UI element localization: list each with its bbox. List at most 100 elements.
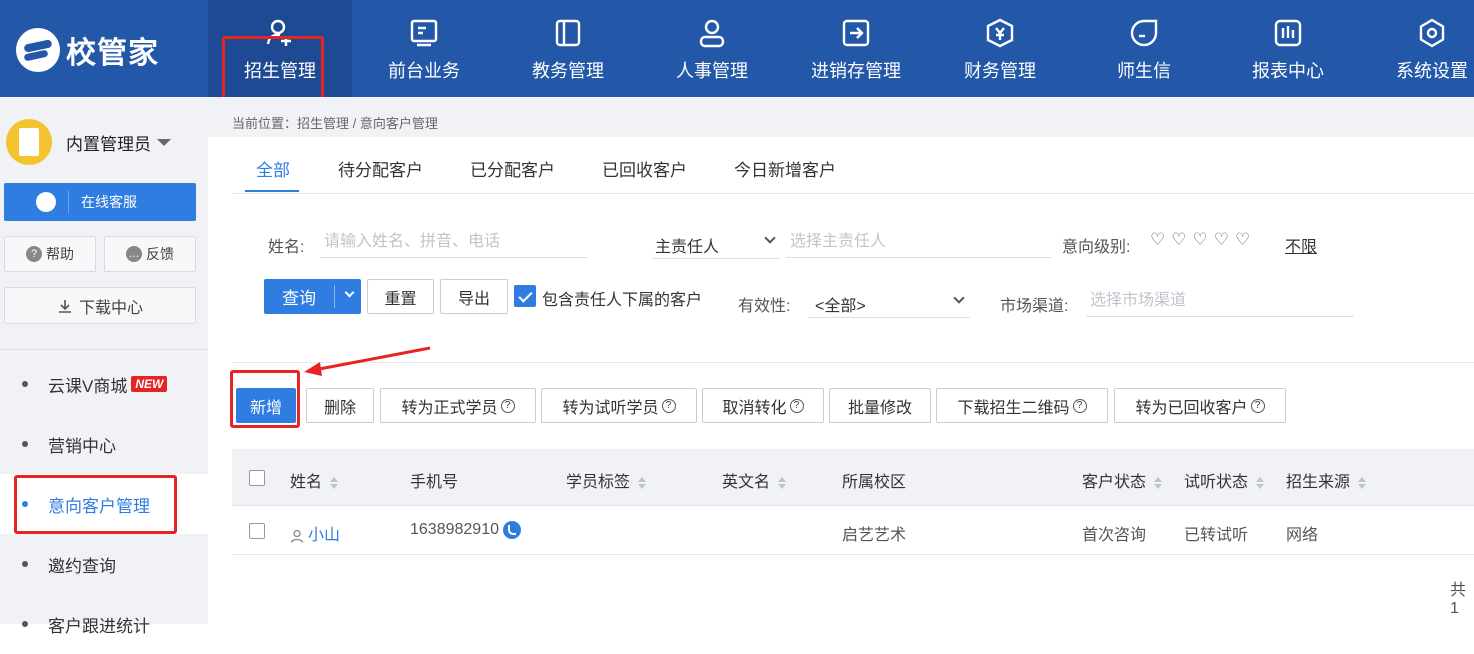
column-label: 学员标签 bbox=[566, 474, 631, 491]
sort-icon[interactable] bbox=[330, 476, 339, 489]
include-subordinates-label: 包含责任人下属的客户 bbox=[542, 292, 703, 309]
divider bbox=[0, 349, 208, 350]
download-qr-label: 下载招生二维码 bbox=[957, 399, 1070, 417]
column-english-name[interactable]: 英文名 bbox=[722, 468, 787, 492]
batch-edit-button[interactable]: 批量修改 bbox=[829, 388, 931, 423]
help-icon: ? bbox=[661, 398, 676, 413]
report-icon bbox=[1274, 19, 1302, 47]
chevron-down-icon bbox=[764, 232, 776, 244]
pagination-total: 共1 bbox=[1450, 582, 1467, 617]
sidebar-item-invitations[interactable]: 邀约查询 bbox=[0, 534, 208, 594]
download-center-label: 下载中心 bbox=[78, 299, 143, 317]
select-all-checkbox[interactable] bbox=[249, 470, 265, 486]
to-trial-student-button[interactable]: 转为试听学员? bbox=[541, 388, 697, 423]
level-unlimited-link[interactable]: 不限 bbox=[1285, 233, 1317, 257]
level-hearts-rating[interactable]: ♡♡♡♡♡ bbox=[1150, 230, 1256, 250]
nav-label: 师生信 bbox=[1117, 61, 1171, 81]
divider bbox=[652, 258, 780, 259]
phone-icon[interactable] bbox=[502, 521, 521, 539]
campus-cell: 启艺艺术 bbox=[842, 527, 907, 544]
nav-item-finance[interactable]: 财务管理 bbox=[928, 0, 1072, 97]
validity-label: 有效性: bbox=[738, 298, 791, 315]
to-recycled-label: 转为已回收客户 bbox=[1135, 399, 1248, 417]
nav-label: 前台业务 bbox=[388, 61, 460, 81]
download-icon bbox=[58, 299, 71, 313]
column-trial-status[interactable]: 试听状态 bbox=[1184, 468, 1265, 492]
nav-label: 系统设置 bbox=[1396, 61, 1468, 81]
owner-type-select[interactable]: 主责任人 bbox=[655, 233, 719, 257]
trial-status-cell: 已转试听 bbox=[1184, 527, 1249, 544]
divider bbox=[334, 285, 335, 308]
tab-recycled[interactable]: 已回收客户 bbox=[602, 156, 687, 181]
sidebar: 内置管理员 在线客服 ? 帮助 … 反馈 下载中心 云课V商城 NEW 营销中心… bbox=[0, 97, 208, 636]
name-search-input[interactable] bbox=[320, 226, 588, 258]
nav-item-hr[interactable]: 人事管理 bbox=[640, 0, 784, 97]
column-source[interactable]: 招生来源 bbox=[1286, 468, 1367, 492]
nav-item-messages[interactable]: 师生信 bbox=[1072, 0, 1216, 97]
sort-icon[interactable] bbox=[1358, 476, 1367, 489]
nav-label: 报表中心 bbox=[1252, 61, 1324, 81]
nav-item-academic[interactable]: 教务管理 bbox=[496, 0, 640, 97]
phone-number: 1638982910 bbox=[410, 521, 499, 539]
phone-cell: 1638982910 bbox=[410, 521, 521, 539]
tab-today-new[interactable]: 今日新增客户 bbox=[734, 156, 836, 181]
bullet bbox=[22, 441, 28, 447]
customer-name-link[interactable]: 小山 bbox=[290, 521, 340, 545]
column-label: 客户状态 bbox=[1082, 474, 1147, 491]
finance-icon bbox=[986, 18, 1014, 48]
sort-icon[interactable] bbox=[1154, 476, 1163, 489]
tab-assigned[interactable]: 已分配客户 bbox=[470, 156, 555, 181]
column-tags[interactable]: 学员标签 bbox=[566, 468, 647, 492]
to-formal-student-button[interactable]: 转为正式学员? bbox=[380, 388, 536, 423]
user-menu[interactable]: 内置管理员 bbox=[6, 119, 171, 165]
column-phone: 手机号 bbox=[410, 474, 459, 491]
nav-label: 财务管理 bbox=[964, 61, 1036, 81]
delete-button[interactable]: 删除 bbox=[306, 388, 374, 423]
sidebar-item-marketing[interactable]: 营销中心 bbox=[0, 414, 208, 474]
nav-item-reports[interactable]: 报表中心 bbox=[1216, 0, 1360, 97]
download-center-button[interactable]: 下载中心 bbox=[4, 287, 196, 324]
column-label: 招生来源 bbox=[1286, 474, 1351, 491]
inventory-icon bbox=[842, 19, 870, 47]
logo-icon bbox=[16, 28, 60, 72]
reset-button[interactable]: 重置 bbox=[367, 279, 434, 314]
name-label: 姓名: bbox=[268, 239, 305, 256]
column-name[interactable]: 姓名 bbox=[290, 468, 339, 492]
query-button[interactable]: 查询 bbox=[264, 279, 361, 314]
sidebar-item-followup-stats[interactable]: 客户跟进统计 bbox=[0, 594, 208, 654]
feedback-button[interactable]: … 反馈 bbox=[104, 236, 196, 272]
nav-label: 进销存管理 bbox=[811, 61, 901, 81]
customer-status-cell: 首次咨询 bbox=[1082, 527, 1147, 544]
column-label: 试听状态 bbox=[1184, 474, 1249, 491]
column-customer-status[interactable]: 客户状态 bbox=[1082, 468, 1163, 492]
nav-item-settings[interactable]: 系统设置 bbox=[1360, 0, 1474, 97]
export-button[interactable]: 导出 bbox=[440, 279, 508, 314]
table-row[interactable]: 小山 1638982910 启艺艺术 首次咨询 已转试听 网络 bbox=[232, 506, 1474, 555]
sort-icon[interactable] bbox=[638, 476, 647, 489]
nav-item-front-desk[interactable]: 前台业务 bbox=[352, 0, 496, 97]
tab-unassigned[interactable]: 待分配客户 bbox=[338, 156, 423, 181]
sort-icon[interactable] bbox=[1256, 476, 1265, 489]
cancel-conversion-button[interactable]: 取消转化? bbox=[702, 388, 824, 423]
feedback-icon: … bbox=[126, 246, 142, 262]
download-qr-button[interactable]: 下载招生二维码? bbox=[936, 388, 1108, 423]
row-checkbox[interactable] bbox=[249, 523, 265, 539]
channel-input[interactable] bbox=[1086, 285, 1354, 317]
help-icon: ? bbox=[789, 398, 804, 413]
owner-input[interactable] bbox=[786, 226, 1052, 258]
include-subordinates-checkbox[interactable] bbox=[514, 285, 536, 307]
online-service-button[interactable]: 在线客服 bbox=[4, 183, 196, 221]
sidebar-item-mall[interactable]: 云课V商城 NEW bbox=[0, 354, 208, 414]
nav-item-inventory[interactable]: 进销存管理 bbox=[784, 0, 928, 97]
chat-bubble-icon bbox=[36, 192, 56, 212]
sort-icon[interactable] bbox=[778, 476, 787, 489]
to-recycled-button[interactable]: 转为已回收客户? bbox=[1114, 388, 1286, 423]
chevron-down-icon[interactable] bbox=[344, 287, 355, 298]
help-button[interactable]: ? 帮助 bbox=[4, 236, 96, 272]
validity-select[interactable]: <全部> bbox=[815, 292, 866, 316]
book-icon bbox=[555, 19, 581, 47]
bullet bbox=[22, 561, 28, 567]
app-logo[interactable]: 校管家 bbox=[16, 28, 159, 72]
tab-all[interactable]: 全部 bbox=[256, 156, 290, 181]
bullet bbox=[22, 621, 28, 627]
